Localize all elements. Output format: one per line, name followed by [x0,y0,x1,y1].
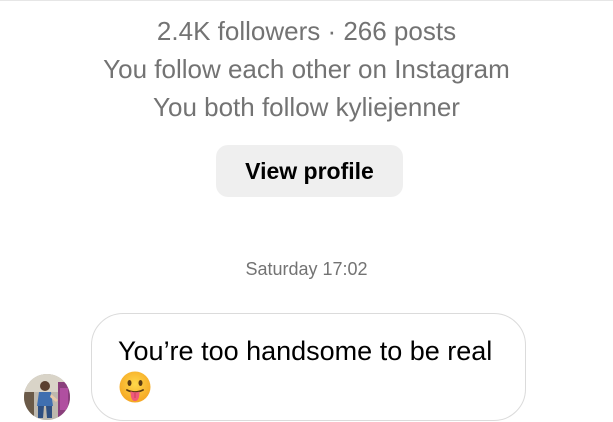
message-text: You’re too handsome to be real [118,336,493,366]
dm-thread-screen: 2.4K followers · 266 posts You follow ea… [0,0,613,422]
header-divider [0,0,613,3]
profile-stats: 2.4K followers · 266 posts [156,16,457,46]
avatar[interactable] [24,374,70,420]
profile-summary: 2.4K followers · 266 posts You follow ea… [0,12,613,126]
mutual-friend-text: You both follow kyliejenner [153,92,460,122]
view-profile-button[interactable]: View profile [216,145,403,197]
message-timestamp: Saturday 17:02 [245,259,368,279]
message-bubble[interactable]: You’re too handsome to be real [91,313,526,421]
avatar-photo [24,374,70,420]
mutual-follow-text: You follow each other on Instagram [103,54,510,84]
tongue-out-face-icon [119,371,151,403]
